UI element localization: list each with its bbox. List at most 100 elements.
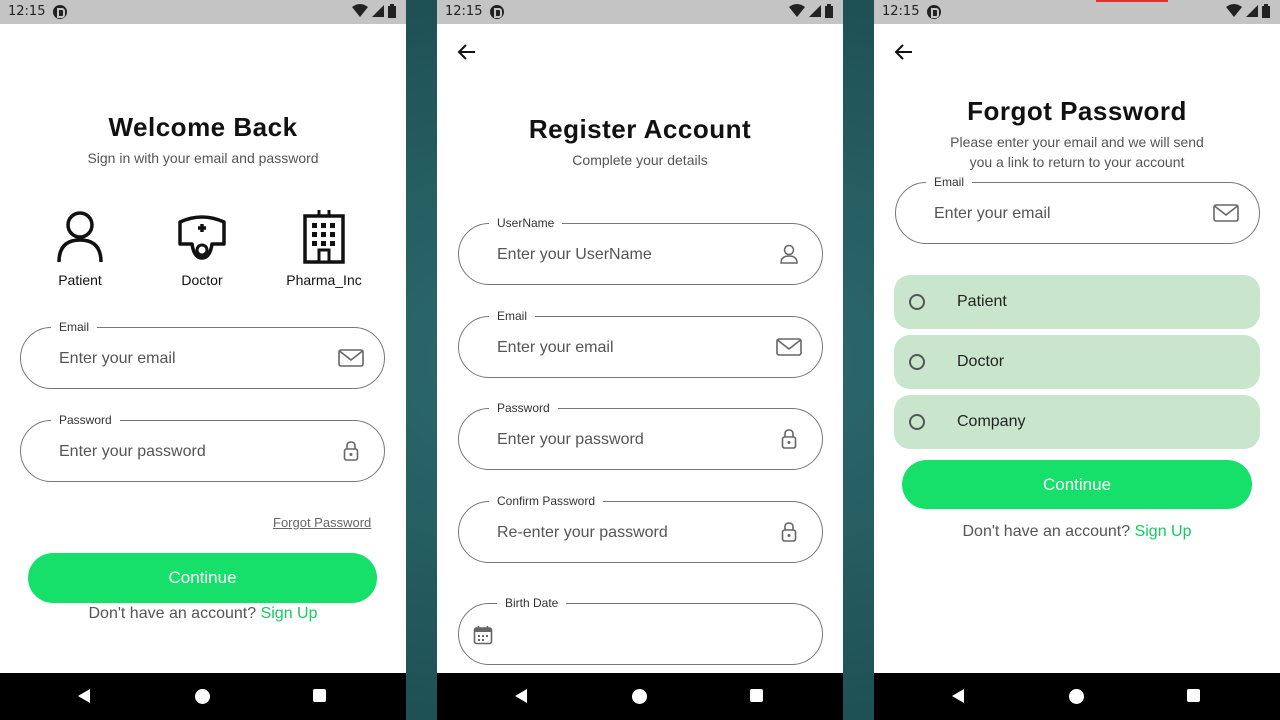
signup-prompt: Don't have an account? Sign Up xyxy=(874,523,1280,541)
wifi-icon xyxy=(789,4,805,17)
status-time: 12:15 xyxy=(445,4,483,19)
nav-recents-icon[interactable] xyxy=(750,689,763,702)
nav-recents-icon[interactable] xyxy=(313,689,326,702)
continue-button[interactable]: Continue xyxy=(28,553,377,603)
radio-option-patient[interactable]: Patient xyxy=(894,275,1260,329)
battery-icon xyxy=(825,4,833,18)
person-icon xyxy=(57,211,103,263)
page-subtitle: Sign in with your email and password xyxy=(87,150,319,166)
system-nav-bar xyxy=(0,673,406,720)
email-field[interactable]: Email xyxy=(458,309,823,378)
email-label: Email xyxy=(51,320,98,334)
email-input[interactable] xyxy=(497,335,747,361)
status-icons xyxy=(1226,4,1270,18)
username-field[interactable]: UserName xyxy=(458,216,823,285)
notification-icon xyxy=(927,5,941,19)
radio-button[interactable] xyxy=(909,294,925,310)
radio-option-doctor[interactable]: Doctor xyxy=(894,335,1260,389)
email-input[interactable] xyxy=(59,346,309,372)
nav-home-icon[interactable] xyxy=(632,689,647,704)
page-subtitle-line2: you a link to return to your account xyxy=(969,154,1185,170)
nav-home-icon[interactable] xyxy=(195,689,210,704)
no-account-text: Don't have an account? xyxy=(88,605,257,622)
no-account-text: Don't have an account? xyxy=(962,523,1131,540)
signal-icon xyxy=(1246,5,1258,17)
login-screen: 12:15 Welcome Back Sign in with your ema… xyxy=(0,0,406,720)
password-label: Password xyxy=(51,413,120,427)
battery-icon xyxy=(388,4,396,18)
calendar-icon[interactable] xyxy=(473,625,493,645)
status-bar: 12:15 xyxy=(437,0,843,24)
back-arrow-icon[interactable] xyxy=(455,40,479,64)
password-label: Password xyxy=(489,401,558,415)
confirm-password-label: Confirm Password xyxy=(489,494,604,508)
email-label: Email xyxy=(489,309,536,323)
page-subtitle-line1: Please enter your email and we will send xyxy=(950,134,1204,150)
register-screen: 12:15 Register Account Complete your det… xyxy=(437,0,843,720)
radio-label: Doctor xyxy=(957,353,1005,370)
radio-button[interactable] xyxy=(909,354,925,370)
status-icons xyxy=(352,4,396,18)
signal-icon xyxy=(809,5,821,17)
status-time: 12:15 xyxy=(882,4,920,19)
signup-prompt: Don't have an account? Sign Up xyxy=(0,605,406,623)
role-label: Pharma_Inc xyxy=(286,272,362,288)
user-icon xyxy=(780,244,798,264)
notification-icon xyxy=(53,5,67,19)
radio-label: Patient xyxy=(957,293,1007,310)
continue-button[interactable]: Continue xyxy=(902,460,1252,509)
role-label: Doctor xyxy=(181,272,223,288)
username-input[interactable] xyxy=(497,242,747,268)
nav-back-icon[interactable] xyxy=(515,689,527,703)
lock-icon xyxy=(343,441,359,461)
radio-label: Company xyxy=(957,413,1026,430)
password-field[interactable]: Password xyxy=(20,413,385,482)
page-subtitle: Complete your details xyxy=(572,152,708,168)
forgot-password-screen: 12:15 Forgot Password Please enter your … xyxy=(874,0,1280,720)
building-icon xyxy=(303,210,345,264)
nav-back-icon[interactable] xyxy=(78,689,90,703)
role-pharma[interactable]: Pharma_Inc xyxy=(274,208,374,288)
birth-date-field[interactable]: Birth Date xyxy=(458,596,823,665)
sign-up-link[interactable]: Sign Up xyxy=(1135,523,1192,540)
mail-icon xyxy=(1213,204,1239,222)
password-input[interactable] xyxy=(59,439,309,465)
system-nav-bar xyxy=(874,673,1280,720)
status-indicator xyxy=(1096,0,1168,2)
email-input[interactable] xyxy=(934,201,1184,227)
page-title: Forgot Password xyxy=(967,96,1187,126)
wifi-icon xyxy=(1226,4,1242,17)
email-field[interactable]: Email xyxy=(895,175,1260,244)
nav-back-icon[interactable] xyxy=(952,689,964,703)
radio-button[interactable] xyxy=(909,414,925,430)
wifi-icon xyxy=(352,4,368,17)
confirm-password-input[interactable] xyxy=(497,520,747,546)
system-nav-bar xyxy=(437,673,843,720)
page-title: Welcome Back xyxy=(108,112,298,142)
mail-icon xyxy=(338,349,364,367)
password-input[interactable] xyxy=(497,427,747,453)
role-doctor[interactable]: Doctor xyxy=(152,208,252,288)
page-title: Register Account xyxy=(528,114,752,144)
lock-icon xyxy=(781,522,797,542)
status-bar: 12:15 xyxy=(874,0,1280,24)
status-time: 12:15 xyxy=(8,4,46,19)
forgot-password-link[interactable]: Forgot Password xyxy=(273,515,371,530)
confirm-password-field[interactable]: Confirm Password xyxy=(458,494,823,563)
nav-recents-icon[interactable] xyxy=(1187,689,1200,702)
role-label: Patient xyxy=(58,272,102,288)
sign-up-link[interactable]: Sign Up xyxy=(261,605,318,622)
status-icons xyxy=(789,4,833,18)
email-label: Email xyxy=(926,175,973,189)
mail-icon xyxy=(776,338,802,356)
role-patient[interactable]: Patient xyxy=(30,208,130,288)
password-field[interactable]: Password xyxy=(458,401,823,470)
birth-date-label: Birth Date xyxy=(497,596,567,610)
email-field[interactable]: Email xyxy=(20,320,385,389)
notification-icon xyxy=(490,5,504,19)
nav-home-icon[interactable] xyxy=(1069,689,1084,704)
radio-option-company[interactable]: Company xyxy=(894,395,1260,449)
back-arrow-icon[interactable] xyxy=(892,40,916,64)
lock-icon xyxy=(781,429,797,449)
nurse-cap-icon xyxy=(178,215,226,260)
